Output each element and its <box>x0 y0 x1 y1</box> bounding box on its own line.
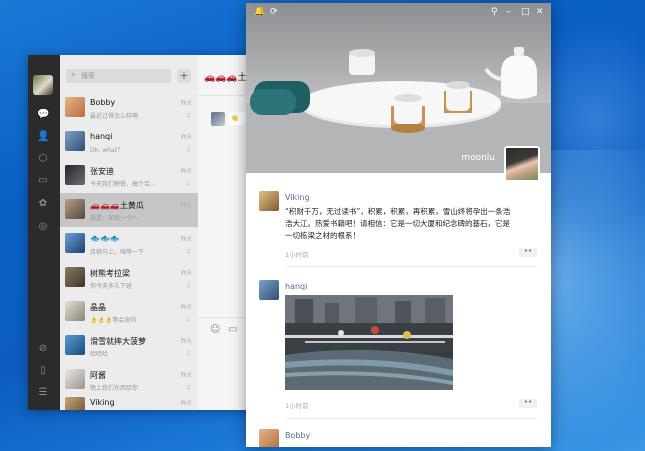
my-avatar[interactable] <box>33 75 53 95</box>
chat-row[interactable]: 树熊考拉梁 你今天多久下班 昨天 ♫ <box>60 261 198 295</box>
post-author[interactable]: Viking <box>285 193 310 202</box>
post-author[interactable]: hanqi <box>285 282 307 291</box>
avatar[interactable] <box>259 191 279 211</box>
mute-icon: ♫ <box>185 282 191 289</box>
post-photo[interactable] <box>285 295 453 390</box>
avatar <box>65 199 85 219</box>
maximize-icon[interactable]: □ <box>521 7 530 17</box>
pin-icon[interactable]: ⚲ <box>491 7 498 17</box>
minimize-icon[interactable]: – <box>506 7 511 17</box>
more-button[interactable]: •• <box>519 248 537 257</box>
wechat-window: 💬 👤 ⬡ ▭ ✿ ◎ ⊘ ▯ ☰ ⌕ 搜索 + Bobby 最近过得怎么样啊 … <box>28 55 265 410</box>
post-author[interactable]: Bobby <box>285 431 310 440</box>
chat-icon[interactable]: 💬 <box>37 109 49 121</box>
avatar <box>65 97 85 117</box>
mute-icon: ♫ <box>185 248 191 255</box>
close-icon[interactable]: ✕ <box>536 7 544 17</box>
avatar <box>65 301 85 321</box>
cover-username: moonlu <box>461 153 495 163</box>
avatar <box>65 165 85 185</box>
avatar <box>65 233 85 253</box>
moments-window: 🔔 ⟳ ⚲ – □ ✕ moonlu Viking “积财千万，无过读书”，积累… <box>246 3 551 447</box>
chat-row[interactable]: 滑雪就摔大菠萝 哈哈哈 昨天 ♫ <box>60 329 198 363</box>
avatar <box>65 397 85 410</box>
channels-icon[interactable]: ⊘ <box>37 343 49 355</box>
add-button[interactable]: + <box>177 69 191 83</box>
chat-row[interactable]: hanqi Oh, what？ 昨天 ♫ <box>60 125 198 159</box>
chat-row[interactable]: 张安迪 今天我们野餐，搞个合… 昨天 ♫ <box>60 159 198 193</box>
bell-icon[interactable]: 🔔 <box>254 7 265 17</box>
folder-icon[interactable]: ▭ <box>228 324 237 335</box>
favorites-icon[interactable]: ⬡ <box>37 153 49 165</box>
search-input[interactable]: ⌕ 搜索 <box>66 69 171 83</box>
nav-rail: 💬 👤 ⬡ ▭ ✿ ◎ ⊘ ▯ ☰ <box>28 55 60 410</box>
post-time: 1小时前 <box>285 402 309 410</box>
folder-icon[interactable]: ▭ <box>37 175 49 187</box>
avatar <box>65 131 85 151</box>
chat-row[interactable]: 晶晶 👌👌👌等会发你 昨天 ♫ <box>60 295 198 329</box>
avatar[interactable] <box>259 280 279 300</box>
mute-icon: ♫ <box>185 384 191 391</box>
chat-row[interactable]: Viking 昨天 <box>60 391 198 410</box>
search-icon: ⌕ <box>71 70 76 79</box>
avatar[interactable] <box>259 429 279 447</box>
mute-icon: ♫ <box>185 316 191 323</box>
more-button[interactable]: •• <box>519 399 537 408</box>
menu-icon[interactable]: ☰ <box>37 387 49 399</box>
message-avatar[interactable] <box>211 112 225 126</box>
chat-row-selected[interactable]: 🚗🚗🚗土黄瓜 晨昱：加我一个～ 昨天 ♫ <box>60 193 198 227</box>
mute-icon: ♫ <box>185 214 191 221</box>
post-time: 1小时前 <box>285 251 309 259</box>
chat-list-panel: ⌕ 搜索 + Bobby 最近过得怎么样啊 昨天 ♫ hanqi Oh, wha… <box>60 55 198 410</box>
mute-icon: ♫ <box>185 112 191 119</box>
mini-program-icon[interactable]: ◎ <box>37 221 49 233</box>
chat-row[interactable]: 🐟🐟🐟 月桃马上，嗨等一下 昨天 ♫ <box>60 227 198 261</box>
avatar <box>65 335 85 355</box>
mute-icon: ♫ <box>185 350 191 357</box>
mute-icon: ♫ <box>185 146 191 153</box>
avatar <box>65 267 85 287</box>
refresh-icon[interactable]: ⟳ <box>270 7 278 17</box>
mute-icon: ♫ <box>185 180 191 187</box>
post-text: “积财千万，无过读书”，积累，积累，再积累，雪山终将孕出一条浩浩大江。热爱书籍吧… <box>285 207 511 240</box>
chat-row[interactable]: Bobby 最近过得怎么样啊 昨天 ♫ <box>60 91 198 125</box>
cover-avatar[interactable] <box>504 146 540 182</box>
moments-icon[interactable]: ✿ <box>37 198 49 210</box>
emoji-icon[interactable]: ☺ <box>210 324 220 335</box>
avatar <box>65 369 85 389</box>
phone-icon[interactable]: ▯ <box>37 365 49 377</box>
contacts-icon[interactable]: 👤 <box>37 131 49 143</box>
